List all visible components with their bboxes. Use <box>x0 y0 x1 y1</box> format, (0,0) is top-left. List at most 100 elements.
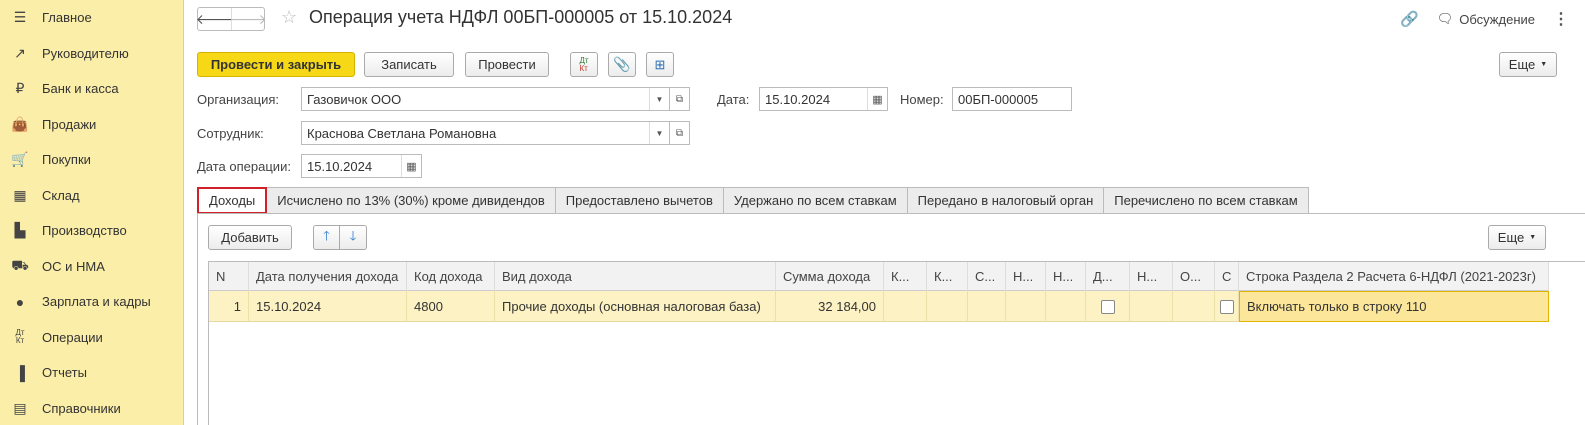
attach-button[interactable]: 📎 <box>608 52 636 77</box>
favorite-star-icon[interactable]: ☆ <box>281 7 297 28</box>
cell-n1[interactable] <box>1006 291 1046 322</box>
sidebar-item-bank[interactable]: ₽ Банк и касса <box>0 71 183 107</box>
cell-n3[interactable] <box>1130 291 1173 322</box>
col-code[interactable]: Код дохода <box>407 262 495 291</box>
employee-field[interactable]: Краснова Светлана Романовна ▼ <box>301 121 670 145</box>
col-o[interactable]: О... <box>1173 262 1215 291</box>
col-n2[interactable]: Н... <box>1046 262 1086 291</box>
ruble-icon: ₽ <box>15 80 25 97</box>
more-button[interactable]: Еще ▼ <box>1499 52 1557 77</box>
cell-kind[interactable]: Прочие доходы (основная налоговая база) <box>495 291 776 322</box>
cell-sum[interactable]: 32 184,00 <box>776 291 884 322</box>
calendar-icon[interactable]: ▦ <box>401 155 421 177</box>
sidebar-item-warehouse[interactable]: ▦ Склад <box>0 178 183 214</box>
truck-icon: ⛟ <box>11 256 29 273</box>
table-header: N Дата получения дохода Код дохода Вид д… <box>209 262 1549 291</box>
cell-code[interactable]: 4800 <box>407 291 495 322</box>
arrow-down-icon: 🡓 <box>349 227 357 243</box>
col-kind[interactable]: Вид дохода <box>495 262 776 291</box>
structure-button[interactable]: ⊞ <box>646 52 674 77</box>
title-actions: 🔗 🗨 Обсуждение ⋮ <box>1400 9 1569 29</box>
income-panel: Добавить 🡑 🡓 Еще ▼ N Дата получения доход… <box>197 213 1585 425</box>
arrow-left-icon: 🡐 <box>195 10 234 27</box>
date-field[interactable]: 15.10.2024 ▦ <box>759 87 888 111</box>
tab-calculated[interactable]: Исчислено по 13% (30%) кроме дивидендов <box>267 187 556 214</box>
save-button[interactable]: Записать <box>364 52 454 77</box>
more-menu-icon[interactable]: ⋮ <box>1553 9 1569 29</box>
cart-icon: 🛒 <box>11 151 29 168</box>
arrow-right-icon: 🡒 <box>229 10 267 27</box>
dt-kt-button[interactable]: Дт Кт <box>570 52 598 77</box>
sidebar-item-manager[interactable]: ↗ Руководителю <box>0 36 183 72</box>
cell-k1[interactable] <box>884 291 927 322</box>
open-icon[interactable]: ⧉ <box>670 87 690 111</box>
col-s1[interactable]: С... <box>968 262 1006 291</box>
person-icon: ● <box>15 293 25 310</box>
sidebar-item-main[interactable]: ☰ Главное <box>0 0 183 36</box>
table-row[interactable]: 1 15.10.2024 4800 Прочие доходы (основна… <box>209 291 1549 322</box>
link-icon[interactable]: 🔗 <box>1400 10 1419 28</box>
main-area: 🡐 🡒 ☆ Операция учета НДФЛ 00БП-000005 от… <box>185 0 1585 425</box>
post-and-close-button[interactable]: Провести и закрыть <box>197 52 355 77</box>
forward-button[interactable]: 🡒 <box>229 8 267 30</box>
add-button[interactable]: Добавить <box>208 225 292 250</box>
move-up-button[interactable]: 🡑 <box>313 225 340 250</box>
warehouse-icon: ▦ <box>13 186 27 203</box>
sidebar-item-reports[interactable]: ▐ Отчеты <box>0 355 183 391</box>
col-n3[interactable]: Н... <box>1130 262 1173 291</box>
back-button[interactable]: 🡐 <box>195 8 234 30</box>
arrow-up-icon: 🡑 <box>323 227 330 243</box>
post-button[interactable]: Провести <box>465 52 549 77</box>
menu-icon: ☰ <box>13 9 27 26</box>
sidebar-item-assets[interactable]: ⛟ ОС и НМА <box>0 249 183 285</box>
sidebar-item-operations[interactable]: Дт Кт Операции <box>0 320 183 356</box>
dropdown-icon[interactable]: ▼ <box>649 88 669 110</box>
panel-more-button[interactable]: Еще ▼ <box>1488 225 1546 250</box>
sidebar-item-sales[interactable]: 👜 Продажи <box>0 107 183 143</box>
sidebar: ☰ Главное ↗ Руководителю ₽ Банк и касса 👜 Пр… <box>0 0 184 425</box>
sidebar-item-purchases[interactable]: 🛒 Покупки <box>0 142 183 178</box>
col-sum[interactable]: Сумма дохода <box>776 262 884 291</box>
trend-icon: ↗ <box>14 44 26 61</box>
sidebar-item-salary[interactable]: ● Зарплата и кадры <box>0 284 183 320</box>
col-k2[interactable]: К... <box>927 262 968 291</box>
number-field[interactable]: 00БП-000005 <box>952 87 1072 111</box>
col-n[interactable]: N <box>209 262 249 291</box>
cell-s1[interactable] <box>968 291 1006 322</box>
org-field[interactable]: Газовичок ООО ▼ <box>301 87 670 111</box>
col-date[interactable]: Дата получения дохода <box>249 262 407 291</box>
col-n1[interactable]: Н... <box>1006 262 1046 291</box>
cell-o[interactable] <box>1173 291 1215 322</box>
sidebar-item-catalogs[interactable]: ▤ Справочники <box>0 391 183 425</box>
date-label: Дата: <box>717 92 750 107</box>
dt-kt-icon: Дт Кт <box>15 328 25 346</box>
tab-withheld[interactable]: Удержано по всем ставкам <box>723 187 908 214</box>
discussion-button[interactable]: 🗨 Обсуждение <box>1437 11 1535 27</box>
col-d[interactable]: Д... <box>1086 262 1130 291</box>
org-label: Организация: <box>197 92 280 107</box>
cell-line[interactable]: Включать только в строку 110 <box>1239 291 1549 322</box>
tab-transferred[interactable]: Передано в налоговый орган <box>907 187 1105 214</box>
calendar-icon[interactable]: ▦ <box>867 88 887 110</box>
chat-icon: 🗨 <box>1436 11 1454 26</box>
move-down-button[interactable]: 🡓 <box>340 225 367 250</box>
title-bar: 🡐 🡒 ☆ Операция учета НДФЛ 00БП-000005 от… <box>185 0 1585 38</box>
cell-k2[interactable] <box>927 291 968 322</box>
checkbox[interactable] <box>1100 299 1115 314</box>
checkbox[interactable] <box>1219 299 1234 314</box>
book-icon: ▤ <box>13 399 27 416</box>
col-line[interactable]: Строка Раздела 2 Расчета 6-НДФЛ (2021-20… <box>1239 262 1549 291</box>
sidebar-item-production[interactable]: ▙ Производство <box>0 213 183 249</box>
cell-n2[interactable] <box>1046 291 1086 322</box>
dropdown-icon[interactable]: ▼ <box>649 122 669 144</box>
tab-paid[interactable]: Перечислено по всем ставкам <box>1104 187 1309 214</box>
cell-date[interactable]: 15.10.2024 <box>249 291 407 322</box>
opdate-field[interactable]: 15.10.2024 ▦ <box>301 154 422 178</box>
col-s2[interactable]: С <box>1215 262 1239 291</box>
open-icon[interactable]: ⧉ <box>670 121 690 145</box>
tab-deductions[interactable]: Предоставлено вычетов <box>555 187 724 214</box>
cell-d <box>1086 291 1130 322</box>
tab-income[interactable]: Доходы <box>197 187 268 214</box>
col-k1[interactable]: К... <box>884 262 927 291</box>
employee-label: Сотрудник: <box>197 126 264 141</box>
